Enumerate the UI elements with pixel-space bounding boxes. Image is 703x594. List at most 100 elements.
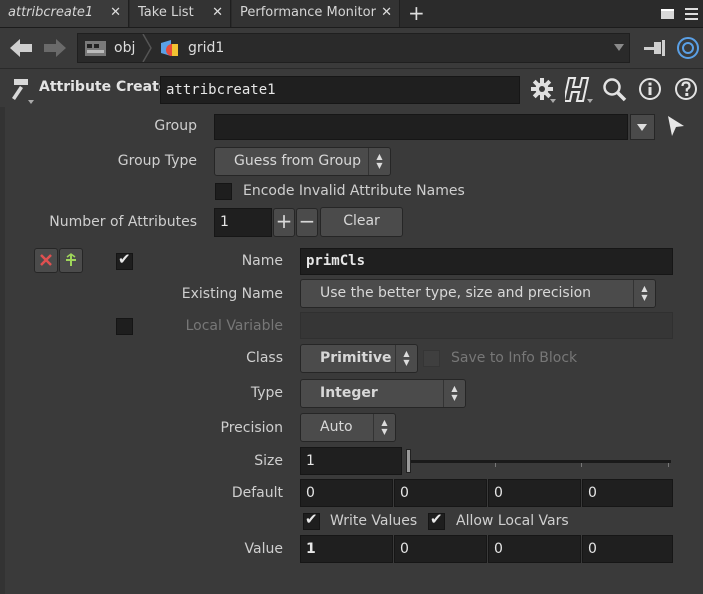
type-label: Type bbox=[250, 385, 283, 401]
value-field-1[interactable]: 1 bbox=[300, 535, 393, 563]
slider-tick bbox=[581, 463, 582, 467]
default-field-1[interactable]: 0 bbox=[300, 479, 393, 507]
pane-menu-icon[interactable] bbox=[684, 6, 700, 22]
default-field-3[interactable]: 0 bbox=[488, 479, 581, 507]
name-field[interactable]: primCls bbox=[300, 248, 673, 275]
updown-icon: ▲ ▼ bbox=[395, 345, 417, 372]
write-values-label: Write Values bbox=[330, 513, 418, 529]
existing-name-dropdown[interactable]: Use the better type, size and precision … bbox=[300, 279, 656, 308]
group-field[interactable] bbox=[214, 114, 628, 140]
class-dropdown[interactable]: Primitive ▲ ▼ bbox=[300, 344, 418, 373]
value-field-2[interactable]: 0 bbox=[394, 535, 487, 563]
insert-instance-button[interactable] bbox=[59, 248, 83, 273]
type-value: Integer bbox=[320, 385, 378, 401]
back-arrow-icon[interactable] bbox=[8, 37, 34, 59]
path-breadcrumb[interactable]: obj grid1 bbox=[77, 33, 630, 63]
close-icon[interactable]: ✕ bbox=[381, 0, 392, 26]
precision-value: Auto bbox=[320, 419, 353, 435]
clear-button[interactable]: Clear bbox=[320, 207, 403, 237]
search-icon[interactable] bbox=[601, 77, 629, 103]
group-type-label: Group Type bbox=[117, 153, 197, 169]
default-field-2[interactable]: 0 bbox=[394, 479, 487, 507]
name-enable-checkbox[interactable] bbox=[116, 250, 133, 270]
add-tab-icon[interactable]: + bbox=[408, 1, 425, 25]
gear-icon[interactable] bbox=[530, 77, 558, 103]
allow-local-vars-label: Allow Local Vars bbox=[456, 513, 569, 529]
slider-handle[interactable] bbox=[406, 449, 411, 473]
tab-label: attribcreate1 bbox=[8, 5, 94, 20]
updown-icon: ▲ ▼ bbox=[443, 380, 465, 407]
tab-take-list[interactable]: Take List ✕ bbox=[130, 0, 231, 27]
help-h-icon[interactable] bbox=[565, 75, 595, 105]
default-field-4[interactable]: 0 bbox=[582, 479, 673, 507]
local-variable-checkbox[interactable] bbox=[116, 318, 133, 335]
link-ring-icon[interactable] bbox=[676, 36, 700, 60]
close-icon bbox=[40, 254, 52, 266]
tab-performance-monitor[interactable]: Performance Monitor ✕ bbox=[232, 0, 400, 27]
group-type-dropdown[interactable]: Guess from Group ▲ ▼ bbox=[214, 147, 391, 176]
insert-plus-icon bbox=[66, 253, 76, 266]
select-arrow-icon[interactable] bbox=[665, 114, 687, 138]
value-field-4[interactable]: 0 bbox=[582, 535, 673, 563]
allow-local-vars-checkbox[interactable] bbox=[428, 510, 445, 530]
updown-icon: ▲ ▼ bbox=[368, 148, 390, 175]
breadcrumb-grid1[interactable]: grid1 bbox=[188, 34, 224, 62]
type-dropdown[interactable]: Integer ▲ ▼ bbox=[300, 379, 466, 408]
updown-icon: ▲ ▼ bbox=[373, 414, 395, 441]
size-field[interactable]: 1 bbox=[300, 447, 402, 475]
breadcrumb-obj[interactable]: obj bbox=[114, 34, 135, 62]
node-name-field[interactable]: attribcreate1 bbox=[160, 76, 520, 104]
encode-label: Encode Invalid Attribute Names bbox=[243, 183, 465, 199]
tab-attribcreate1[interactable]: attribcreate1 ✕ bbox=[0, 0, 129, 27]
slider-tick bbox=[495, 463, 496, 467]
save-info-label: Save to Info Block bbox=[451, 350, 578, 366]
value-label: Value bbox=[244, 541, 283, 557]
close-icon[interactable]: ✕ bbox=[110, 0, 121, 26]
pane-maximize-icon[interactable] bbox=[660, 8, 676, 20]
chevron-down-icon[interactable] bbox=[614, 44, 624, 52]
remove-attribute-button[interactable]: − bbox=[296, 208, 318, 237]
num-attributes-field[interactable]: 1 bbox=[214, 208, 272, 237]
save-info-checkbox bbox=[423, 350, 440, 367]
add-attribute-button[interactable]: + bbox=[273, 208, 295, 237]
node-type-label: Attribute Create bbox=[39, 79, 169, 95]
forward-arrow-icon[interactable] bbox=[42, 37, 68, 59]
num-attributes-label: Number of Attributes bbox=[49, 214, 197, 230]
geo-node-icon bbox=[161, 40, 178, 56]
obj-network-icon bbox=[85, 41, 106, 56]
left-strip bbox=[0, 107, 5, 594]
size-label: Size bbox=[254, 453, 283, 469]
group-label: Group bbox=[154, 118, 197, 134]
existing-name-value: Use the better type, size and precision bbox=[320, 285, 592, 301]
tab-bar: attribcreate1 ✕ Take List ✕ Performance … bbox=[0, 0, 703, 28]
pin-icon[interactable] bbox=[642, 38, 668, 58]
name-label: Name bbox=[241, 253, 283, 269]
slider-track bbox=[409, 460, 671, 463]
precision-label: Precision bbox=[220, 420, 283, 436]
precision-dropdown[interactable]: Auto ▲ ▼ bbox=[300, 413, 396, 442]
close-icon[interactable]: ✕ bbox=[212, 0, 223, 26]
local-variable-field bbox=[300, 312, 673, 339]
slider-tick bbox=[668, 463, 669, 467]
default-label: Default bbox=[231, 485, 283, 501]
local-variable-label: Local Variable bbox=[185, 318, 283, 334]
group-type-value: Guess from Group bbox=[234, 153, 362, 169]
write-values-checkbox[interactable] bbox=[303, 510, 320, 530]
tab-label: Performance Monitor bbox=[240, 5, 376, 20]
group-dropdown-button[interactable] bbox=[630, 114, 655, 140]
encode-checkbox[interactable] bbox=[215, 183, 232, 200]
attribute-create-node-icon[interactable] bbox=[8, 76, 38, 104]
breadcrumb-separator bbox=[142, 34, 152, 62]
class-label: Class bbox=[246, 350, 283, 366]
delete-instance-button[interactable] bbox=[34, 248, 58, 273]
tab-label: Take List bbox=[138, 5, 194, 20]
help-icon[interactable] bbox=[674, 77, 698, 101]
chevron-down-icon bbox=[637, 124, 647, 131]
existing-name-label: Existing Name bbox=[181, 286, 283, 302]
parameter-header: Attribute Create attribcreate1 bbox=[0, 71, 703, 107]
path-bar: obj grid1 bbox=[0, 28, 703, 69]
value-field-3[interactable]: 0 bbox=[488, 535, 581, 563]
size-slider[interactable] bbox=[405, 447, 673, 475]
updown-icon: ▲ ▼ bbox=[633, 280, 655, 307]
info-icon[interactable] bbox=[638, 77, 662, 101]
